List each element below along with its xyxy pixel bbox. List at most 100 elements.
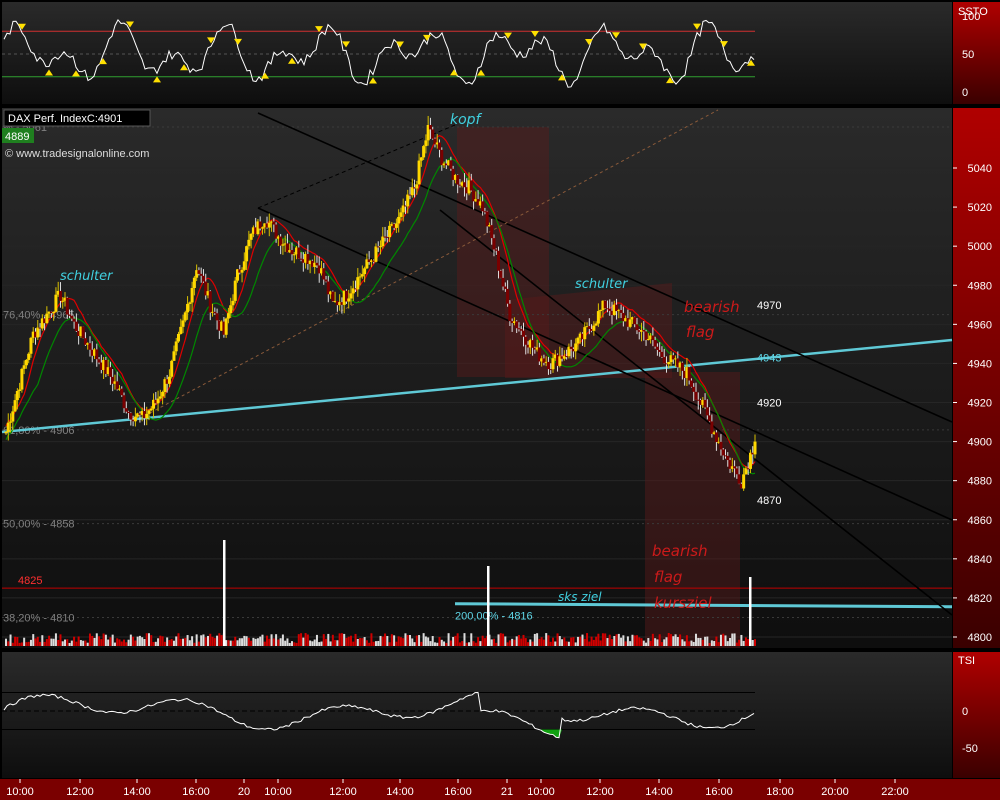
volume-bar — [166, 637, 169, 646]
volume-bar — [742, 640, 745, 646]
volume-bar — [531, 641, 534, 646]
volume-bar — [327, 633, 330, 646]
volume-bar — [77, 636, 80, 646]
volume-bar — [109, 637, 112, 646]
volume-bar — [622, 635, 625, 646]
volume-bar — [218, 633, 221, 646]
candle-up — [22, 365, 26, 369]
candle-up — [242, 261, 246, 270]
candle-down — [440, 149, 444, 166]
candle-down — [68, 314, 72, 316]
candle-down — [524, 336, 528, 345]
volume-bar — [261, 634, 264, 646]
volume-bar — [538, 638, 541, 646]
candle-down — [508, 303, 512, 322]
volume-bar — [635, 635, 638, 646]
candle-up — [249, 233, 253, 240]
volume-bar — [647, 638, 650, 646]
candle-down — [65, 297, 69, 315]
candle-down — [456, 175, 460, 185]
support-line-label: 4825 — [18, 575, 42, 587]
volume-bar — [272, 638, 275, 646]
volume-bar — [59, 634, 62, 646]
price-y-tick-label: 4960 — [968, 319, 992, 331]
volume-bar — [318, 642, 321, 646]
candle-down — [215, 313, 219, 321]
volume-bar — [309, 640, 312, 646]
top-indicator-name: SSTO — [958, 6, 988, 18]
volume-bar — [574, 642, 577, 646]
volume-bar — [397, 636, 400, 646]
candle-up — [9, 421, 13, 423]
volume-bar — [515, 636, 518, 646]
candle-up — [161, 391, 165, 397]
volume-bar — [545, 633, 548, 646]
candle-down — [531, 340, 535, 348]
volume-bar — [145, 633, 148, 646]
volume-bar — [343, 633, 346, 646]
volume-bar — [588, 641, 591, 646]
volume-bar — [95, 633, 98, 646]
volume-bar — [733, 633, 736, 646]
volume-bar — [520, 638, 523, 646]
candle-up — [349, 293, 353, 299]
candle-down — [129, 413, 133, 420]
candle-down — [70, 315, 74, 319]
volume-bar — [238, 638, 241, 646]
volume-bar — [347, 636, 350, 646]
volume-bar — [213, 638, 216, 646]
volume-bar — [604, 633, 607, 646]
price-y-axis — [953, 108, 1000, 648]
candle-down — [108, 367, 112, 377]
volume-bar — [295, 642, 298, 646]
volume-bar — [325, 638, 328, 646]
candle-down — [122, 395, 126, 409]
volume-bar — [551, 637, 554, 646]
candle-down — [521, 330, 525, 337]
candle-up — [158, 396, 162, 399]
candle-down — [127, 411, 131, 414]
volume-bar — [411, 638, 414, 646]
volume-bar — [529, 639, 532, 646]
volume-bar — [39, 641, 42, 646]
volume-bar — [481, 635, 484, 646]
volume-bar — [98, 636, 101, 646]
volume-bar — [250, 640, 253, 646]
volume-bar — [157, 638, 160, 646]
candle-down — [322, 268, 326, 280]
candle-down — [88, 343, 92, 350]
volume-bar — [415, 635, 418, 646]
volume-bar — [672, 636, 675, 646]
volume-bar — [14, 636, 17, 646]
volume-bar — [170, 639, 173, 646]
volume-bar — [490, 639, 493, 646]
volume-bar — [216, 635, 219, 646]
volume-bar — [220, 635, 223, 646]
volume-bar — [474, 642, 477, 646]
candle-up — [596, 311, 600, 324]
volume-bar — [368, 642, 371, 646]
candle-down — [726, 455, 730, 461]
volume-bar — [590, 636, 593, 646]
volume-bar — [679, 634, 682, 646]
volume-bar — [386, 636, 389, 646]
candle-up — [192, 277, 196, 289]
volume-bar — [68, 642, 71, 646]
volume-bar — [690, 640, 693, 646]
volume-bar — [315, 634, 318, 646]
candle-down — [703, 399, 707, 408]
channel-price-label: 4943 — [757, 353, 781, 365]
volume-bar — [268, 638, 271, 646]
fib-level-label: 76,40% - 4965 — [3, 310, 75, 322]
candle-up — [133, 416, 137, 422]
price-y-tick-label: 4880 — [968, 476, 992, 488]
volume-bar — [454, 635, 457, 646]
candle-down — [549, 369, 553, 371]
volume-bar — [118, 639, 121, 646]
candle-down — [428, 124, 432, 130]
volume-bar — [656, 639, 659, 646]
volume-bar — [706, 636, 709, 646]
candle-up — [394, 223, 398, 228]
candle-up — [190, 288, 194, 303]
volume-bar — [150, 635, 153, 646]
